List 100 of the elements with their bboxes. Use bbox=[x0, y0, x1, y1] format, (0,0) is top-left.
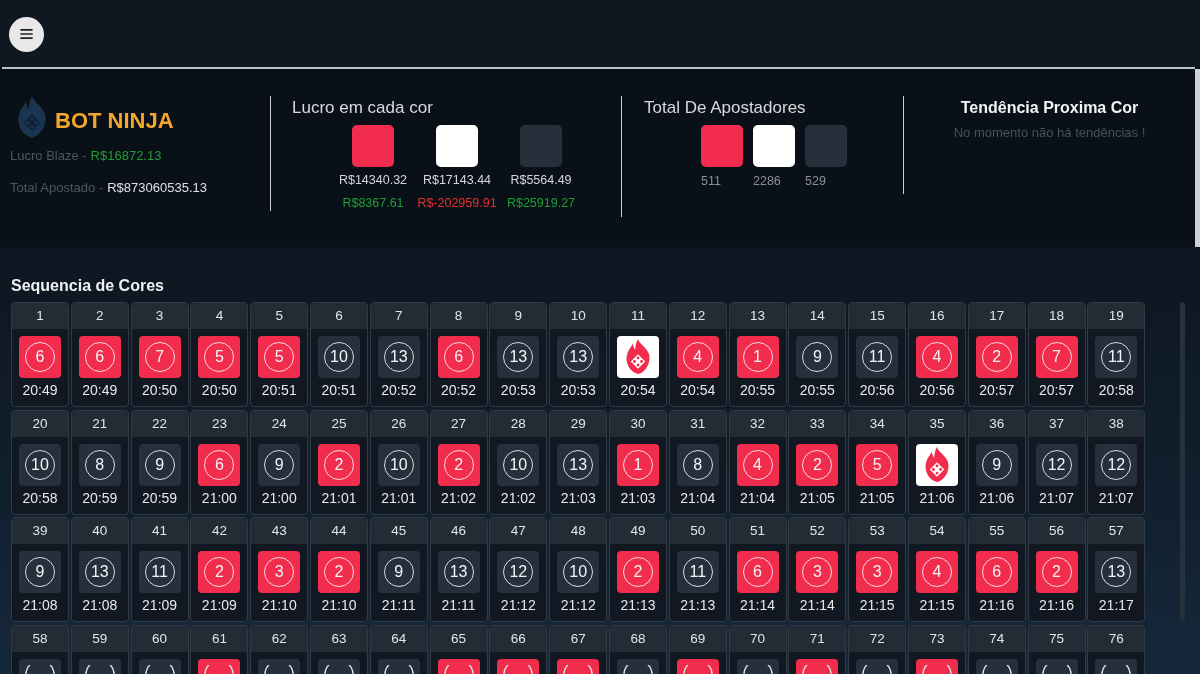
roll-time: 21:13 bbox=[620, 597, 656, 614]
roll-position: 20 bbox=[12, 410, 68, 437]
roll-time: 20:59 bbox=[142, 489, 178, 506]
roll-time: 20:51 bbox=[261, 382, 297, 398]
menu-button[interactable] bbox=[9, 16, 44, 52]
roll-position: 72 bbox=[849, 626, 906, 653]
roll-time: 21:09 bbox=[201, 597, 237, 614]
roll-position: 1 bbox=[12, 303, 68, 329]
roll-time: 21:01 bbox=[321, 489, 357, 506]
ring-arc-icon bbox=[622, 665, 653, 674]
roll-position: 31 bbox=[669, 410, 726, 437]
roll-time: 20:53 bbox=[560, 382, 596, 398]
trend-message: No momento não há tendências ! bbox=[952, 125, 1147, 140]
roll-time: 20:51 bbox=[321, 382, 357, 398]
bettor-count: 529 bbox=[805, 173, 826, 189]
roll-time: 21:07 bbox=[1039, 489, 1075, 506]
roll-position: 19 bbox=[1088, 303, 1145, 329]
color-total: R$14340.32 bbox=[338, 172, 408, 188]
roll-time: 20:49 bbox=[82, 382, 118, 398]
color-total: R$17143.44 bbox=[422, 172, 492, 188]
roll-time: 21:09 bbox=[142, 597, 178, 614]
roll-position: 59 bbox=[71, 626, 128, 653]
stat-label: Lucro Blaze - bbox=[10, 147, 87, 163]
ring-arc-icon bbox=[204, 665, 235, 674]
roll-position: 33 bbox=[789, 410, 846, 437]
roll-time: 21:11 bbox=[381, 597, 416, 614]
ring-arc-icon bbox=[503, 665, 534, 674]
roll-position: 46 bbox=[430, 518, 487, 545]
roll-position: 55 bbox=[968, 518, 1025, 545]
roll-time: 20:58 bbox=[22, 489, 58, 506]
roll-time: 20:55 bbox=[740, 382, 776, 398]
roll-position: 58 bbox=[12, 626, 68, 653]
roll-position: 27 bbox=[430, 410, 487, 437]
roll-time: 20:54 bbox=[680, 382, 716, 398]
ring-arc-icon bbox=[324, 665, 354, 674]
roll-position: 73 bbox=[908, 626, 965, 653]
roll-position: 62 bbox=[251, 626, 308, 653]
roll-time: 20:58 bbox=[1098, 382, 1134, 398]
stat-label: Total Apostado - bbox=[10, 179, 104, 195]
roll-time: 21:06 bbox=[979, 489, 1015, 506]
roll-position: 12 bbox=[669, 303, 726, 329]
ring-arc-icon bbox=[84, 665, 115, 674]
roll-position: 28 bbox=[490, 410, 547, 437]
ring-arc-icon bbox=[1101, 665, 1132, 674]
roll-position: 53 bbox=[849, 518, 906, 545]
roll-time: 21:08 bbox=[22, 597, 58, 614]
roll-time: 21:01 bbox=[381, 489, 417, 506]
roll-position: 29 bbox=[550, 410, 607, 437]
roll-position: 48 bbox=[550, 518, 607, 545]
roll-time: 21:00 bbox=[261, 489, 297, 506]
color-profit: R$25919.27 bbox=[506, 195, 576, 211]
roll-time: 20:59 bbox=[82, 489, 118, 506]
stat-value: R$873060535.13 bbox=[107, 179, 207, 195]
roll-time: 20:49 bbox=[22, 382, 58, 398]
roll-time: 20:52 bbox=[441, 382, 477, 398]
bettor-count: 2286 bbox=[753, 173, 781, 189]
roll-position: 18 bbox=[1028, 303, 1085, 329]
ring-arc-icon bbox=[25, 665, 55, 674]
roll-position: 54 bbox=[908, 518, 965, 545]
roll-position: 25 bbox=[311, 410, 367, 437]
roll-position: 32 bbox=[729, 410, 786, 437]
roll-position: 34 bbox=[849, 410, 906, 437]
roll-position: 8 bbox=[430, 303, 487, 329]
roll-position: 16 bbox=[908, 303, 965, 329]
roll-time: 21:12 bbox=[500, 597, 536, 614]
roll-position: 3 bbox=[131, 303, 188, 329]
roll-position: 41 bbox=[131, 518, 188, 545]
roll-time: 20:50 bbox=[142, 382, 178, 398]
roll-position: 64 bbox=[370, 626, 427, 653]
ring-arc-icon bbox=[862, 665, 893, 674]
roll-position: 4 bbox=[191, 303, 248, 329]
roll-position: 24 bbox=[251, 410, 308, 437]
roll-position: 10 bbox=[550, 303, 607, 329]
roll-time: 21:03 bbox=[560, 489, 596, 506]
roll-time: 20:56 bbox=[859, 382, 895, 398]
stat-value: R$16872.13 bbox=[90, 147, 162, 163]
roll-position: 75 bbox=[1028, 626, 1085, 653]
roll-position: 37 bbox=[1028, 410, 1085, 437]
roll-position: 5 bbox=[251, 303, 308, 329]
roll-position: 15 bbox=[849, 303, 906, 329]
roll-position: 42 bbox=[191, 518, 248, 545]
roll-time: 21:15 bbox=[859, 597, 895, 614]
roll-position: 60 bbox=[131, 626, 188, 653]
roll-position: 44 bbox=[311, 518, 367, 545]
roll-position: 71 bbox=[789, 626, 846, 653]
ring-arc-icon bbox=[1041, 665, 1072, 674]
roll-position: 17 bbox=[968, 303, 1025, 329]
bettor-count: 511 bbox=[701, 173, 721, 189]
roll-time: 20:50 bbox=[201, 382, 237, 398]
roll-time: 20:54 bbox=[620, 382, 656, 398]
roll-time: 20:53 bbox=[500, 382, 536, 398]
roll-position: 61 bbox=[191, 626, 248, 653]
roll-time: 21:07 bbox=[1098, 489, 1134, 506]
roll-time: 20:55 bbox=[799, 382, 835, 398]
roll-position: 76 bbox=[1088, 626, 1145, 653]
roll-time: 21:08 bbox=[82, 597, 118, 614]
scrollbar-thumb[interactable] bbox=[1180, 302, 1186, 620]
flame-logo-icon bbox=[16, 96, 48, 139]
roll-time: 21:11 bbox=[441, 597, 476, 614]
roll-position: 36 bbox=[968, 410, 1025, 437]
